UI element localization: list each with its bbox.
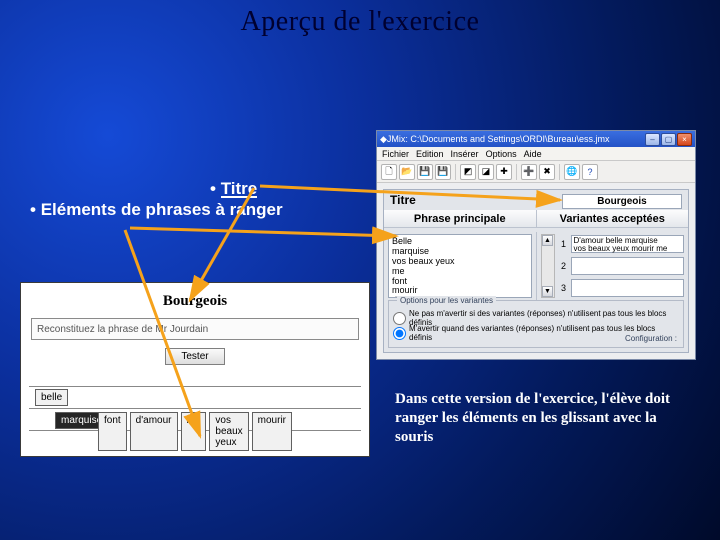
bullet-titre: Titre [221, 181, 258, 198]
exercise-preview: Bourgeois Reconstituez la phrase de Mr J… [20, 282, 370, 457]
toolbar-separator [516, 164, 517, 180]
jmix-window: ◆ JMix: C:\Documents and Settings\ORDI\B… [376, 130, 696, 360]
variant-input-1[interactable]: D'amour belle marquise vos beaux yeux mo… [571, 235, 685, 253]
bullet-elements: Eléments de phrases à ranger [41, 200, 283, 219]
titre-input[interactable] [562, 194, 682, 209]
variant-row: 3 [557, 278, 685, 298]
option-warn-radio[interactable] [393, 327, 406, 340]
menu-fichier[interactable]: Fichier [382, 149, 409, 159]
header-variantes: Variantes acceptées [537, 210, 689, 227]
slide-description: Dans cette version de l'exercice, l'élèv… [395, 390, 695, 446]
variant-scrollbar[interactable]: ▲ ▼ [541, 234, 555, 298]
column-headers: Phrase principale Variantes acceptées [384, 210, 688, 228]
drop-lines[interactable]: belle marquise ✥ font d'amour me vos bea… [29, 386, 361, 454]
editor-panel: Titre Phrase principale Variantes accept… [383, 189, 689, 353]
preview-instruction: Reconstituez la phrase de Mr Jourdain [31, 318, 359, 340]
del-icon[interactable]: ✖ [539, 164, 555, 180]
toolbar-separator [455, 164, 456, 180]
word-vosbeauxyeux[interactable]: vos beaux yeux [209, 412, 248, 451]
close-button[interactable]: × [677, 133, 692, 146]
variant-number: 3 [557, 283, 571, 293]
configuration-label: Configuration : [625, 334, 677, 343]
titre-label: Titre [384, 193, 562, 207]
tester-button[interactable]: Tester [165, 348, 225, 365]
options-legend: Options pour les variantes [397, 296, 496, 305]
word-font[interactable]: font [98, 412, 127, 451]
maximize-button[interactable]: ▢ [661, 133, 676, 146]
variant-row: 1 D'amour belle marquise vos beaux yeux … [557, 234, 685, 254]
export2-icon[interactable]: ◪ [478, 164, 494, 180]
open-icon[interactable]: 📂 [399, 164, 415, 180]
phrase-words-list[interactable]: Belle marquise vos beaux yeux me font mo… [388, 234, 532, 298]
word-belle[interactable]: belle [35, 389, 68, 406]
scroll-down-icon[interactable]: ▼ [542, 286, 553, 297]
app-icon: ◆ [380, 134, 387, 145]
menu-inserer[interactable]: Insérer [451, 149, 479, 159]
bullet-list: • Titre • Eléments de phrases à ranger [30, 178, 283, 221]
header-phrase: Phrase principale [384, 210, 537, 227]
word-damour[interactable]: d'amour [130, 412, 178, 451]
toolbar: 🗋 📂 💾 💾 ◩ ◪ ✚ ➕ ✖ 🌐 ? [377, 161, 695, 183]
menu-aide[interactable]: Aide [524, 149, 542, 159]
saveas-icon[interactable]: 💾 [435, 164, 451, 180]
menu-edition[interactable]: Edition [416, 149, 444, 159]
help-icon[interactable]: ? [582, 164, 598, 180]
add-icon[interactable]: ➕ [521, 164, 537, 180]
slide-title: Aperçu de l'exercice [0, 0, 720, 38]
word-mourir[interactable]: mourir [252, 412, 292, 451]
window-title-text: JMix: C:\Documents and Settings\ORDI\Bur… [387, 134, 644, 144]
option-no-warn-radio[interactable] [393, 312, 406, 325]
export3-icon[interactable]: ✚ [496, 164, 512, 180]
new-icon[interactable]: 🗋 [381, 164, 397, 180]
world-icon[interactable]: 🌐 [564, 164, 580, 180]
scroll-up-icon[interactable]: ▲ [542, 235, 553, 246]
toolbar-separator [559, 164, 560, 180]
export1-icon[interactable]: ◩ [460, 164, 476, 180]
save-icon[interactable]: 💾 [417, 164, 433, 180]
menu-bar: Fichier Edition Insérer Options Aide [377, 147, 695, 161]
variant-input-2[interactable] [571, 257, 685, 275]
variant-row: 2 [557, 256, 685, 276]
minimize-button[interactable]: – [645, 133, 660, 146]
variant-input-3[interactable] [571, 279, 685, 297]
word-me[interactable]: me [181, 412, 207, 451]
window-titlebar[interactable]: ◆ JMix: C:\Documents and Settings\ORDI\B… [377, 131, 695, 147]
menu-options[interactable]: Options [486, 149, 517, 159]
variant-options-group: Options pour les variantes Ne pas m'aver… [388, 300, 684, 348]
word-tray: font d'amour me vos beaux yeux mourir [98, 412, 292, 451]
preview-title: Bourgeois [21, 293, 369, 310]
variant-number: 2 [557, 261, 571, 271]
variant-number: 1 [557, 239, 571, 249]
